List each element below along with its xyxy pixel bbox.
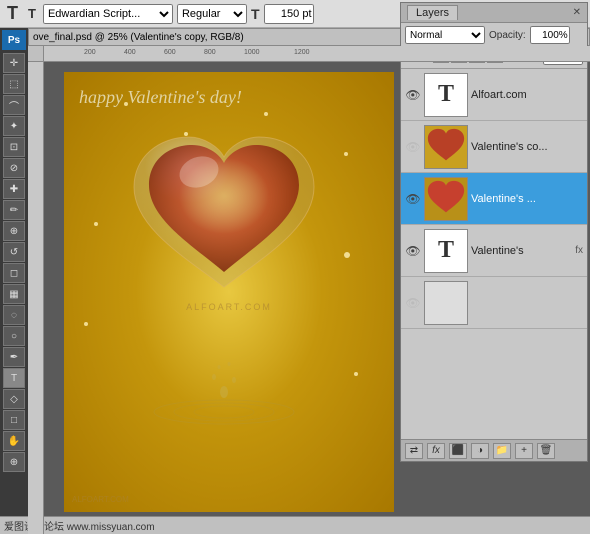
document-canvas[interactable]: happy Valentine's day! — [64, 72, 394, 512]
layer-visibility-icon[interactable]: 👁 — [405, 87, 421, 103]
layer-delete-btn[interactable]: 🗑 — [537, 443, 555, 459]
type-tool-btn[interactable]: T — [3, 368, 25, 388]
ruler-vertical — [28, 62, 44, 534]
zoom-tool-btn[interactable]: ⊕ — [3, 452, 25, 472]
move-tool-btn[interactable]: ✛ — [3, 53, 25, 73]
layers-titlebar: Layers ✕ — [401, 3, 587, 23]
watermark-alfoart: ALFOART.COM — [186, 302, 272, 312]
ruler-corner — [28, 46, 44, 62]
crop-tool-btn[interactable]: ⊡ — [3, 137, 25, 157]
layer-item[interactable]: 👁 Valentine's co... — [401, 121, 587, 173]
layer-thumb-image — [425, 126, 467, 168]
layers-blend-row: Normal Opacity: — [405, 26, 583, 44]
history-tool-btn[interactable]: ↺ — [3, 242, 25, 262]
layer-name: Alfoart.com — [471, 89, 583, 101]
layer-thumbnail: T — [424, 229, 468, 273]
main-area: Ps ✛ ⬚ ⌒ ✦ ⊡ ⊘ ✚ ✏ ⊕ ↺ ◻ ▦ ◌ ○ ✒ T ◇ □ ✋… — [0, 28, 590, 534]
layer-thumbnail: T — [424, 73, 468, 117]
layer-fx-icon: fx — [575, 245, 583, 256]
type-tool-icon[interactable]: T — [4, 3, 21, 24]
opacity-label: Opacity: — [489, 30, 526, 41]
lasso-tool-btn[interactable]: ⌒ — [3, 95, 25, 115]
layers-tab[interactable]: Layers — [407, 5, 458, 20]
layer-item[interactable]: 👁 T Valentine's fx — [401, 225, 587, 277]
layer-link-btn[interactable]: ⇄ — [405, 443, 423, 459]
layer-fx-btn[interactable]: fx — [427, 443, 445, 459]
layer-name: Valentine's co... — [471, 141, 583, 153]
font-size-input[interactable] — [264, 4, 314, 24]
ruler-horizontal: 200 400 600 800 1000 1200 — [44, 46, 590, 62]
layers-close-btn[interactable]: ✕ — [573, 7, 581, 18]
eyedropper-tool-btn[interactable]: ⊘ — [3, 158, 25, 178]
layer-name-selected: Valentine's ... — [471, 193, 583, 205]
heal-tool-btn[interactable]: ✚ — [3, 179, 25, 199]
font-size-icon: T — [251, 6, 260, 22]
layer-thumb-text: T — [425, 230, 467, 272]
layer-new-btn[interactable]: + — [515, 443, 533, 459]
watermark-bottom: ALFOART.COM — [72, 495, 129, 504]
brush-tool-btn[interactable]: ✏ — [3, 200, 25, 220]
status-text: 爱图设计论坛 www.missyuan.com — [4, 518, 155, 533]
happy-valentine-text: happy Valentine's day! — [79, 87, 242, 108]
layer-thumbnail — [424, 281, 468, 325]
layer-visibility-icon[interactable]: 👁 — [405, 191, 421, 207]
layers-panel: Layers ✕ Normal Opacity: Lock: ▦ ✏ ✛ 🔒 F… — [400, 2, 588, 462]
hand-tool-btn[interactable]: ✋ — [3, 431, 25, 451]
clone-tool-btn[interactable]: ⊕ — [3, 221, 25, 241]
blend-mode-select[interactable]: Normal — [405, 26, 485, 44]
pen-tool-btn[interactable]: ✒ — [3, 347, 25, 367]
valentine-background: happy Valentine's day! — [64, 72, 394, 512]
status-bar: 爱图设计论坛 www.missyuan.com — [0, 516, 590, 534]
blur-tool-btn[interactable]: ◌ — [3, 305, 25, 325]
layer-thumbnail — [424, 177, 468, 221]
layer-thumb-text: T — [425, 74, 467, 116]
opacity-input[interactable] — [530, 26, 570, 44]
select-tool-btn[interactable]: ⬚ — [3, 74, 25, 94]
layer-thumbnail — [424, 125, 468, 169]
layers-bottom-toolbar: ⇄ fx ⬛ ◑ 📁 + 🗑 — [401, 439, 587, 461]
layer-item-selected[interactable]: 👁 Valentine's ... — [401, 173, 587, 225]
heart-svg — [124, 127, 324, 307]
font-family-select[interactable]: Edwardian Script... — [43, 4, 173, 24]
layer-item[interactable]: 👁 T Alfoart.com — [401, 69, 587, 121]
layer-adjustment-btn[interactable]: ◑ — [471, 443, 489, 459]
layers-list: 👁 T Alfoart.com 👁 Valentine' — [401, 69, 587, 439]
path-tool-btn[interactable]: ◇ — [3, 389, 25, 409]
type-size-icon: T — [25, 6, 39, 21]
layer-group-btn[interactable]: 📁 — [493, 443, 511, 459]
shape-tool-btn[interactable]: □ — [3, 410, 25, 430]
left-toolbar: Ps ✛ ⬚ ⌒ ✦ ⊡ ⊘ ✚ ✏ ⊕ ↺ ◻ ▦ ◌ ○ ✒ T ◇ □ ✋… — [0, 28, 28, 534]
document-title: ove_final.psd @ 25% (Valentine's copy, R… — [33, 32, 244, 43]
layer-mask-btn[interactable]: ⬛ — [449, 443, 467, 459]
magic-wand-tool-btn[interactable]: ✦ — [3, 116, 25, 136]
font-style-select[interactable]: Regular — [177, 4, 247, 24]
layer-name: Valentine's — [471, 245, 570, 257]
layer-visibility-icon[interactable]: 👁 — [405, 243, 421, 259]
water-drops-svg — [144, 332, 304, 432]
gradient-tool-btn[interactable]: ▦ — [3, 284, 25, 304]
layer-visibility-icon[interactable]: 👁 — [405, 139, 421, 155]
ps-logo: Ps — [2, 30, 26, 50]
layer-visibility-icon[interactable]: 👁 — [405, 295, 421, 311]
dodge-tool-btn[interactable]: ○ — [3, 326, 25, 346]
eraser-tool-btn[interactable]: ◻ — [3, 263, 25, 283]
layer-item[interactable]: 👁 — [401, 277, 587, 329]
layer-thumb-image — [425, 178, 467, 220]
